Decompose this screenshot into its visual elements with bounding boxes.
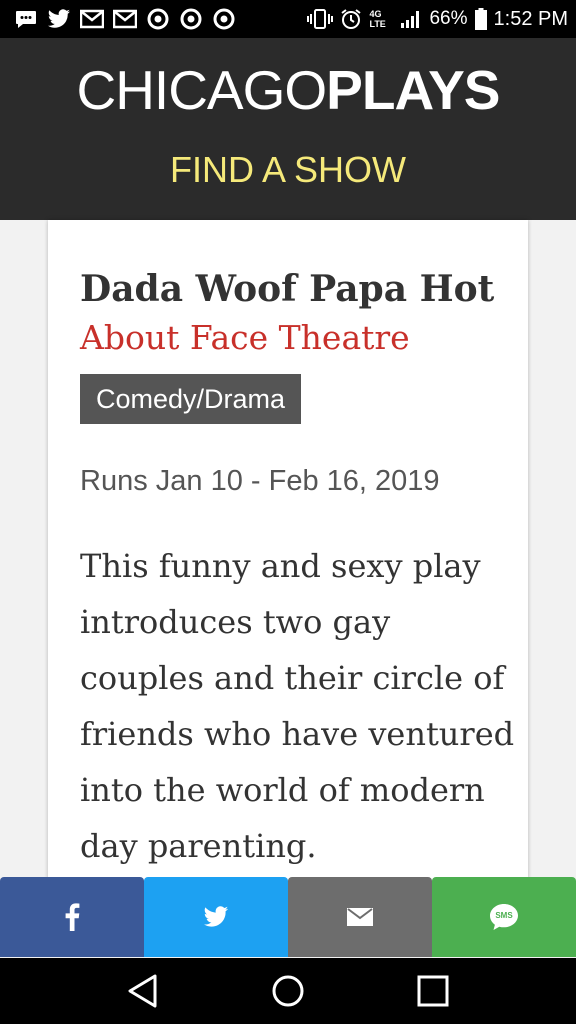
back-button[interactable] xyxy=(113,961,173,1021)
network-type-label: 4G LTE xyxy=(369,9,386,29)
email-share-button[interactable] xyxy=(288,877,432,957)
chrome-icon xyxy=(212,8,236,30)
notification-icons xyxy=(14,8,236,30)
recents-icon xyxy=(417,975,449,1007)
battery-icon xyxy=(474,8,487,30)
facebook-share-button[interactable] xyxy=(0,877,144,957)
twitter-icon xyxy=(203,906,229,927)
email-icon xyxy=(347,908,373,926)
genre-badge[interactable]: Comedy/Drama xyxy=(80,374,302,424)
show-description: This funny and sexy play introduces two … xyxy=(80,547,515,865)
sms-share-button[interactable]: SMS xyxy=(432,877,576,957)
gmail-icon xyxy=(113,8,137,30)
android-navigation-bar xyxy=(0,958,576,1024)
status-bar: 4G LTE 66% 1:52 PM xyxy=(0,0,576,38)
back-icon xyxy=(128,974,157,1008)
recents-button[interactable] xyxy=(403,961,463,1021)
theatre-link[interactable]: About Face Theatre xyxy=(80,318,410,357)
chicago-plays-logo[interactable]: CHICAGOPLAYS xyxy=(0,60,576,120)
share-bar: SMS xyxy=(0,877,576,957)
twitter-icon xyxy=(47,8,71,30)
message-icon xyxy=(14,8,38,30)
logo-bold-text: PLAYS xyxy=(326,59,500,121)
site-header: CHICAGOPLAYS FIND A SHOW xyxy=(0,38,576,220)
home-button[interactable] xyxy=(258,961,318,1021)
vibrate-icon xyxy=(307,9,334,29)
clock: 1:52 PM xyxy=(493,7,568,30)
gmail-icon xyxy=(80,8,104,30)
show-card: Dada Woof Papa Hot About Face Theatre Co… xyxy=(48,220,528,880)
battery-percent: 66% xyxy=(429,8,468,29)
sms-icon: SMS xyxy=(489,903,519,931)
twitter-share-button[interactable] xyxy=(144,877,288,957)
facebook-icon xyxy=(65,903,80,931)
show-title: Dada Woof Papa Hot xyxy=(80,268,495,310)
run-dates: Runs Jan 10 - Feb 16, 2019 xyxy=(80,465,440,497)
alarm-icon xyxy=(340,8,362,30)
logo-light-text: CHICAGO xyxy=(76,59,327,121)
chrome-icon xyxy=(179,8,203,30)
chrome-icon xyxy=(146,8,170,30)
home-icon xyxy=(272,975,304,1007)
system-icons: 4G LTE 66% 1:52 PM xyxy=(307,8,568,31)
find-a-show-link[interactable]: FIND A SHOW xyxy=(0,150,576,190)
sms-icon-label: SMS xyxy=(495,911,513,920)
signal-icon xyxy=(400,9,422,29)
